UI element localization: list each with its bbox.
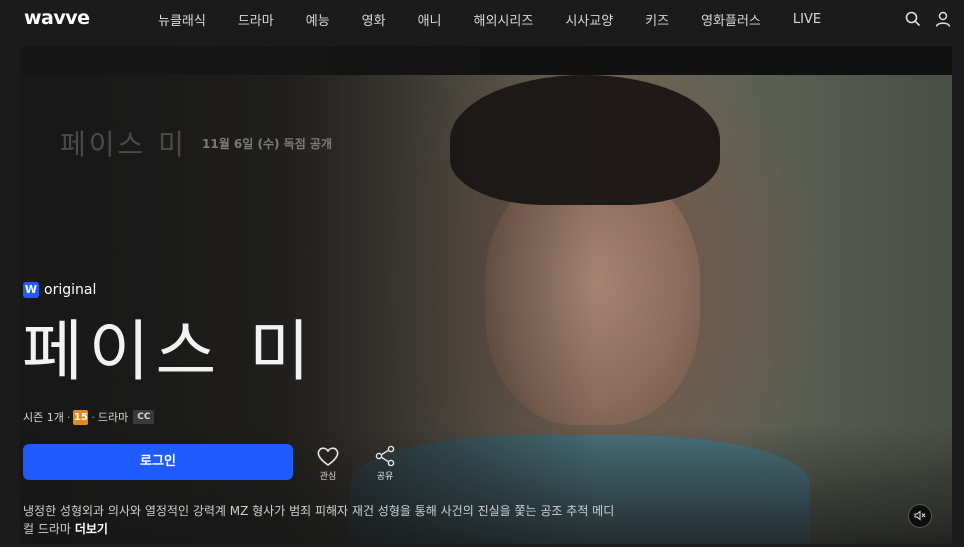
top-navigation: wavve 뉴클래식 드라마 예능 영화 애니 해외시리즈 시사교양 키즈 영화… (0, 0, 964, 38)
show-description: 냉정한 성형외과 의사와 열정적인 강력계 MZ 형사가 범죄 피해자 재건 성… (23, 502, 623, 538)
release-date: 11월 6일 (수) 독점 공개 (202, 137, 333, 151)
share-icon (375, 445, 395, 467)
share-label: 공유 (376, 472, 394, 482)
nav-item-movie[interactable]: 영화 (362, 10, 386, 29)
nav-item-variety[interactable]: 예능 (306, 10, 330, 29)
wavve-w-icon: W (23, 282, 39, 298)
nav-item-new-classic[interactable]: 뉴클래식 (158, 10, 206, 29)
more-link[interactable]: 더보기 (75, 522, 108, 536)
login-button[interactable]: 로그인 (23, 444, 293, 480)
poster-title: 페이스 미 (60, 128, 187, 161)
nav-item-kids[interactable]: 키즈 (645, 10, 669, 29)
original-badge: W original (23, 282, 96, 298)
nav-item-movie-plus[interactable]: 영화플러스 (701, 10, 761, 29)
speaker-mute-icon (914, 510, 926, 521)
age-rating-badge: 15 (73, 409, 89, 425)
nav-item-documentary[interactable]: 시사교양 (565, 10, 613, 29)
like-label: 관심 (319, 472, 337, 482)
genre-label: 드라마 (97, 411, 129, 424)
share-button[interactable]: 공유 (365, 445, 405, 482)
nav-item-live[interactable]: LIVE (793, 12, 821, 27)
meta-separator: · (66, 410, 71, 424)
nav-item-foreign-series[interactable]: 해외시리즈 (474, 10, 534, 29)
main-menu: 뉴클래식 드라마 예능 영화 애니 해외시리즈 시사교양 키즈 영화플러스 LI… (158, 0, 853, 38)
show-meta: 시즌 1개 · 15 · 드라마 CC (23, 409, 155, 425)
mute-button[interactable] (908, 504, 932, 528)
search-icon[interactable] (904, 10, 922, 28)
heart-icon (317, 447, 339, 466)
cc-badge: CC (133, 410, 155, 424)
like-button[interactable]: 관심 (308, 445, 348, 482)
wavve-logo[interactable]: wavve (24, 7, 90, 29)
user-icon[interactable] (934, 10, 952, 28)
original-label: original (44, 282, 97, 298)
show-title: 페이스 미 (22, 313, 316, 390)
meta-separator: · (91, 410, 95, 424)
description-text: 냉정한 성형외과 의사와 열정적인 강력계 MZ 형사가 범죄 피해자 재건 성… (23, 504, 615, 536)
season-count: 시즌 1개 (23, 411, 64, 424)
nav-item-drama[interactable]: 드라마 (238, 10, 274, 29)
nav-item-anime[interactable]: 애니 (418, 10, 442, 29)
